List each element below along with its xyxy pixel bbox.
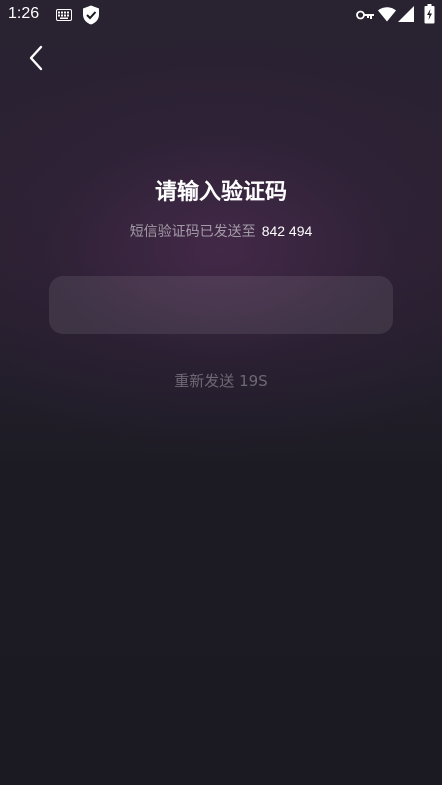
status-bar: 1:26 [0, 0, 442, 30]
status-time: 1:26 [8, 5, 40, 22]
signal-icon [398, 6, 414, 22]
background [0, 0, 442, 785]
vpn-key-icon [356, 10, 374, 20]
sms-sent-info: 短信验证码已发送至 842 494 [0, 221, 442, 241]
back-button[interactable] [18, 40, 54, 76]
shield-icon [83, 5, 99, 25]
wifi-icon [378, 7, 396, 22]
page-title: 请输入验证码 [154, 180, 287, 205]
battery-icon [424, 4, 435, 24]
chevron-left-icon [29, 45, 43, 71]
sms-sent-label: 短信验证码已发送至 [129, 224, 256, 240]
phone-number: 842 494 [261, 223, 313, 239]
resend-countdown-button[interactable]: 重新发送 19S [0, 370, 442, 391]
verification-code-input[interactable] [49, 276, 393, 334]
keyboard-icon [56, 9, 72, 21]
